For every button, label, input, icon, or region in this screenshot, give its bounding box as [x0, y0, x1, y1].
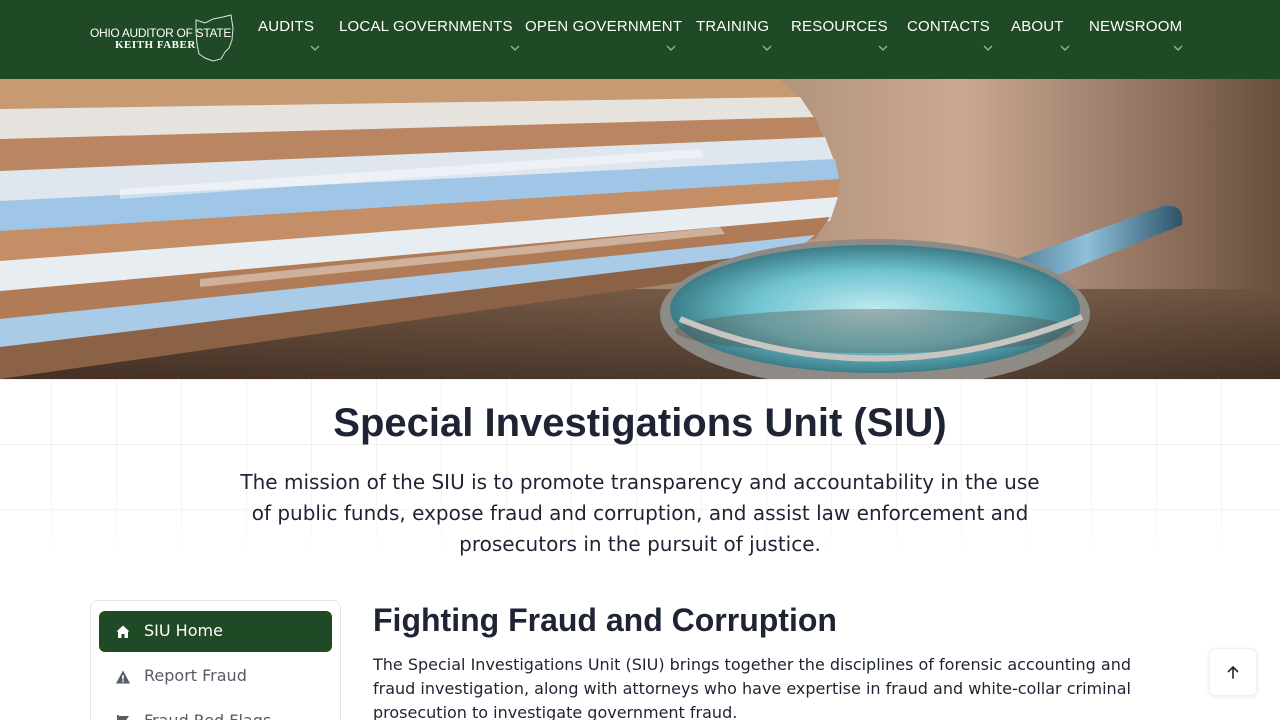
- documents-magnifier-illustration: [0, 79, 1280, 379]
- page-title: Special Investigations Unit (SIU): [333, 401, 947, 445]
- home-icon: [116, 625, 130, 638]
- nav-contacts-label: CONTACTS: [907, 18, 990, 35]
- nav-open-government-label: OPEN GOVERNMENT: [525, 18, 683, 35]
- mission-statement: The mission of the SIU is to promote tra…: [240, 470, 1040, 556]
- chevron-down-icon: [666, 45, 676, 51]
- nav-newsroom-label: NEWSROOM: [1089, 18, 1183, 35]
- sidebar-item-siu-home[interactable]: SIU Home: [99, 611, 332, 652]
- arrow-up-icon: [1227, 666, 1239, 679]
- nav-contacts[interactable]: CONTACTS: [907, 18, 993, 60]
- sidebar-item-label: SIU Home: [144, 621, 223, 640]
- sidebar-item-report-fraud[interactable]: Report Fraud: [99, 656, 332, 697]
- nav-training[interactable]: TRAINING: [696, 18, 772, 60]
- flag-icon: [117, 715, 129, 720]
- nav-open-government[interactable]: OPEN GOVERNMENT: [525, 18, 682, 60]
- site-header: OHIO AUDITOR OF STATE KEITH FABER AUDITS…: [0, 0, 1280, 79]
- chevron-down-icon: [1173, 45, 1183, 51]
- chevron-down-icon: [310, 45, 320, 51]
- nav-resources[interactable]: RESOURCES: [791, 18, 888, 60]
- nav-resources-label: RESOURCES: [791, 18, 888, 35]
- chevron-down-icon: [762, 45, 772, 51]
- chevron-down-icon: [510, 45, 520, 51]
- nav-local-governments[interactable]: LOCAL GOVERNMENTS: [339, 18, 520, 60]
- nav-local-governments-label: LOCAL GOVERNMENTS: [339, 18, 513, 35]
- logo-line-2: KEITH FABER: [115, 39, 196, 51]
- nav-audits[interactable]: AUDITS: [258, 18, 320, 60]
- sidebar-item-label: Fraud Red Flags: [144, 711, 271, 720]
- chevron-down-icon: [1060, 45, 1070, 51]
- sidebar-item-label: Report Fraud: [144, 666, 247, 685]
- chevron-down-icon: [878, 45, 888, 51]
- ohio-state-outline-icon: [195, 14, 234, 62]
- site-logo[interactable]: OHIO AUDITOR OF STATE KEITH FABER: [89, 14, 235, 64]
- hero-image: [0, 79, 1280, 379]
- section-heading: Fighting Fraud and Corruption: [373, 602, 837, 638]
- title-section: Special Investigations Unit (SIU) The mi…: [0, 379, 1280, 561]
- warning-icon: [116, 670, 130, 684]
- back-to-top-button[interactable]: [1209, 648, 1257, 696]
- nav-about[interactable]: ABOUT: [1011, 18, 1070, 60]
- siu-sidebar-nav: SIU Home Report Fraud Fraud Red Flags: [90, 600, 341, 720]
- section-paragraph: The Special Investigations Unit (SIU) br…: [373, 655, 1131, 720]
- nav-training-label: TRAINING: [696, 18, 770, 35]
- nav-about-label: ABOUT: [1011, 18, 1064, 35]
- nav-audits-label: AUDITS: [258, 18, 315, 35]
- nav-newsroom[interactable]: NEWSROOM: [1089, 18, 1183, 60]
- sidebar-item-fraud-red-flags[interactable]: Fraud Red Flags: [99, 701, 332, 720]
- chevron-down-icon: [983, 45, 993, 51]
